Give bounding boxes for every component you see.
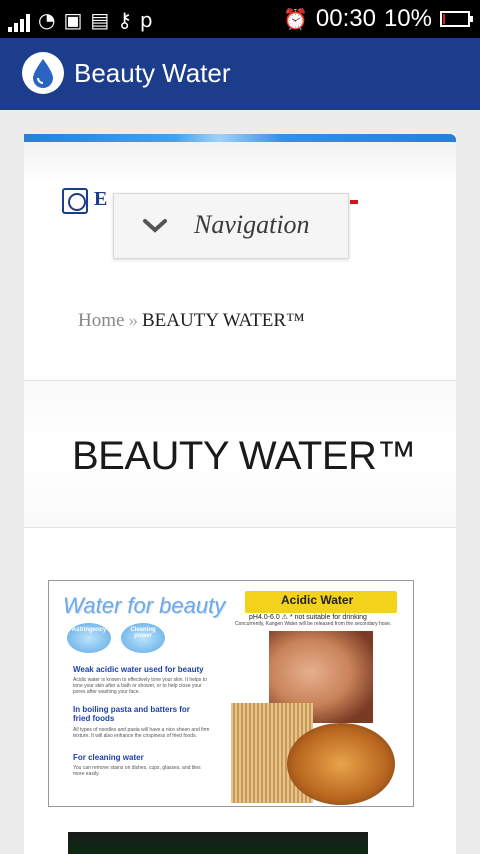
breadcrumb-separator: » xyxy=(128,310,138,331)
logo-mark-icon xyxy=(62,188,88,214)
p-icon: p xyxy=(139,8,153,32)
section-text: Acidic water is known to effectively ton… xyxy=(73,677,207,695)
promo-image[interactable]: Water for beauty Acidic Water pH4.0-6.0 … xyxy=(48,580,414,807)
acidic-water-ph: pH4.0-6.0 ⚠ * not suitable for drinking xyxy=(249,614,367,621)
image-icon: ▣ xyxy=(63,8,83,32)
cleaning-power-bubble: Cleaning power xyxy=(121,623,165,653)
battery-percent: 10% xyxy=(383,5,432,32)
header-strip xyxy=(24,134,456,142)
status-bar: ◔ ▣ ▤ ⚷ p ⏰ 00:30 10% xyxy=(0,0,480,38)
section-heading: Weak acidic water used for beauty xyxy=(73,665,204,674)
content-card: E Navigation Home» BEAUTY WATER™ BEAUTY W… xyxy=(24,134,456,854)
navigation-button[interactable]: Navigation xyxy=(113,193,349,259)
alarm-icon: ⏰ xyxy=(282,7,308,31)
section-text: All types of noodles and pasta will have… xyxy=(73,727,210,739)
next-image xyxy=(68,832,368,854)
acidic-water-note: Concurrently, Kangen Water will be relea… xyxy=(235,621,392,627)
webview: E Navigation Home» BEAUTY WATER™ BEAUTY W… xyxy=(0,110,480,854)
status-right: ⏰ 00:30 10% xyxy=(282,4,473,34)
astringency-bubble: Astringency xyxy=(67,623,111,653)
breadcrumb-current: BEAUTY WATER™ xyxy=(141,310,305,331)
navigation-label: Navigation xyxy=(194,210,310,239)
status-left-icons: ◔ ▣ ▤ ⚷ p xyxy=(8,6,153,32)
acidic-water-title: Acidic Water xyxy=(281,593,354,607)
promo-title: Water for beauty xyxy=(63,593,226,618)
key-icon: ⚷ xyxy=(117,8,132,32)
logo-text: E xyxy=(94,188,108,210)
section-text: You can remove stains on dishes, cups, g… xyxy=(73,765,201,777)
chevron-down-icon xyxy=(143,219,167,233)
page-title: BEAUTY WATER™ xyxy=(72,434,416,478)
section-heading: In boiling pasta and batters for fried f… xyxy=(73,705,190,723)
chat-icon: ▤ xyxy=(90,8,110,32)
water-drop-icon[interactable] xyxy=(22,52,64,94)
breadcrumb: Home» BEAUTY WATER™ xyxy=(78,310,305,332)
app-bar: Beauty Water xyxy=(0,38,480,110)
signal-icon xyxy=(8,12,30,32)
acidic-water-banner: Acidic Water xyxy=(245,591,397,613)
fried-food-photo xyxy=(287,723,395,805)
app-title: Beauty Water xyxy=(74,58,231,88)
battery-icon xyxy=(440,11,473,27)
divider xyxy=(24,527,456,528)
status-time: 00:30 xyxy=(315,5,376,32)
breadcrumb-home-link[interactable]: Home xyxy=(78,310,124,331)
wifi-icon: ◔ xyxy=(38,8,56,32)
section-heading: For cleaning water xyxy=(73,753,144,762)
